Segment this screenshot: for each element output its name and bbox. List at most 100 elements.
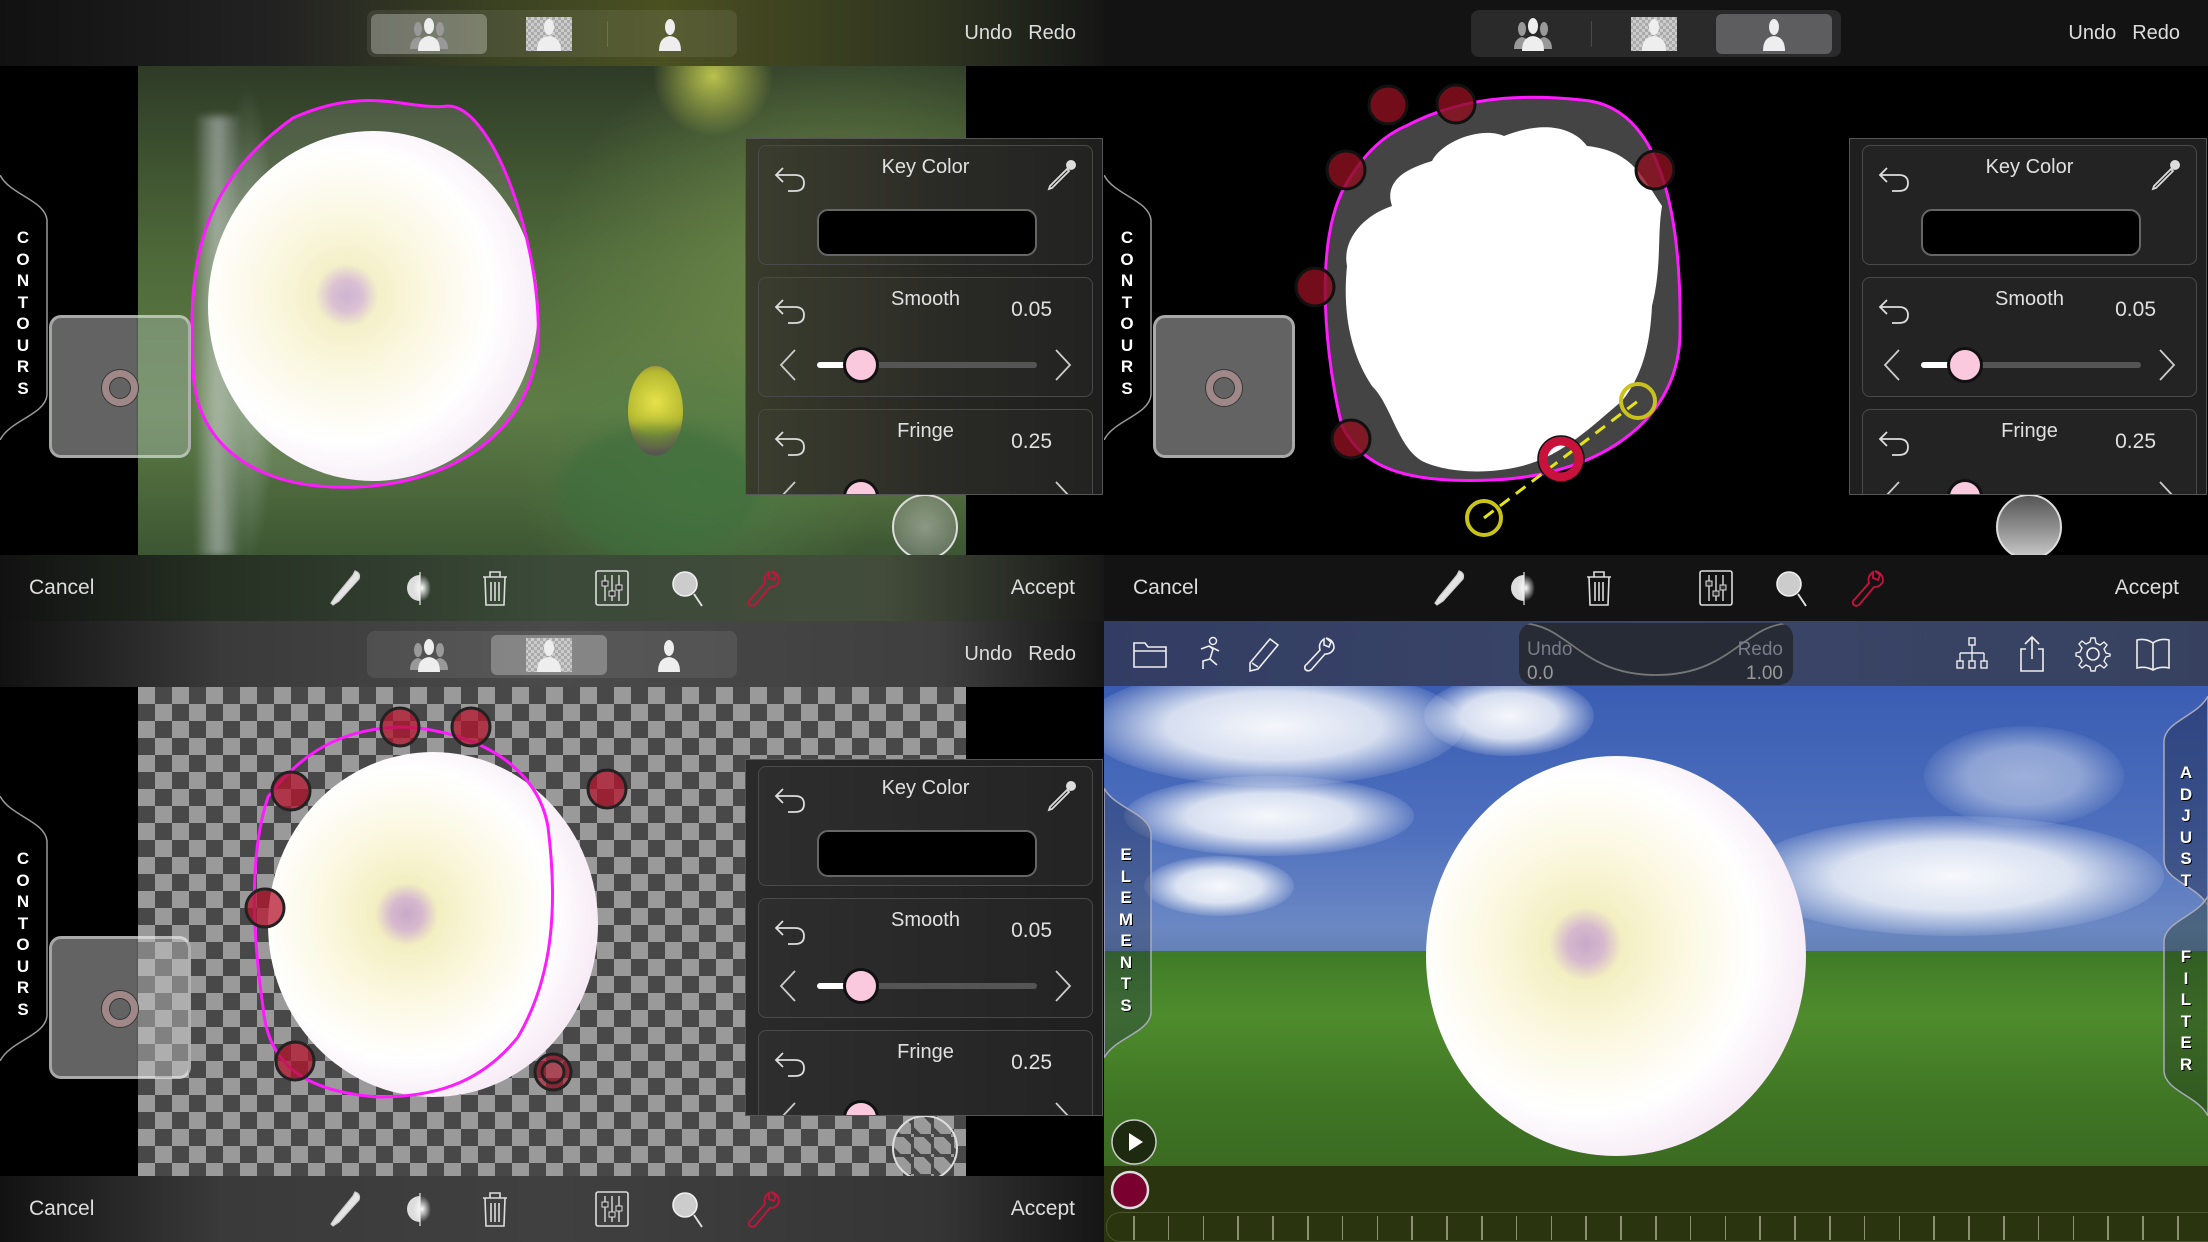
wrench-icon[interactable] [743,1188,783,1230]
decrease-chevron-icon[interactable] [777,969,799,1003]
contours-side-tab[interactable]: CONTOURS [1104,175,1156,440]
magnifier-icon[interactable] [668,1188,708,1230]
decrease-chevron-icon[interactable] [777,1101,799,1116]
smooth-slider-thumb[interactable] [1947,347,1983,383]
smooth-slider-thumb[interactable] [843,968,879,1004]
increase-chevron-icon[interactable] [1052,1101,1074,1116]
view-mode-segmented-control[interactable] [367,10,737,57]
mask-view-button[interactable] [612,14,728,54]
sliders-icon[interactable] [592,1188,632,1230]
sliders-icon[interactable] [1696,567,1736,609]
wrench-icon[interactable] [743,567,783,609]
decrease-chevron-icon[interactable] [1881,480,1903,495]
increase-chevron-icon[interactable] [1052,969,1074,1003]
accept-button[interactable]: Accept [2115,576,2179,600]
timeline[interactable] [1104,1166,2208,1242]
increase-chevron-icon[interactable] [2156,480,2178,495]
trash-icon[interactable] [1579,567,1619,609]
smooth-slider[interactable] [817,347,1037,383]
control-point[interactable] [379,706,421,748]
undo-redo-scrubber[interactable]: Undo Redo 0.0 1.00 [1519,623,1793,685]
control-point[interactable] [586,768,628,810]
gear-icon[interactable] [2074,635,2112,673]
mini-preview[interactable] [49,315,191,458]
eyedropper-icon[interactable] [325,1188,365,1230]
record-button[interactable] [1110,1170,1150,1210]
control-point[interactable] [270,770,312,812]
eyedropper-icon[interactable] [1429,567,1469,609]
decrease-chevron-icon[interactable] [777,348,799,382]
increase-chevron-icon[interactable] [2156,348,2178,382]
loupe-magnifier[interactable] [1996,494,2062,555]
smooth-slider-thumb[interactable] [843,347,879,383]
cancel-button[interactable]: Cancel [1133,576,1198,600]
cutout-view-button[interactable] [1596,14,1712,54]
control-point[interactable] [1325,149,1367,191]
contour-path[interactable] [190,99,540,489]
smooth-slider[interactable] [1921,347,2141,383]
key-color-swatch[interactable] [817,830,1037,877]
control-point[interactable] [450,706,492,748]
composite-view-button[interactable] [1475,14,1591,54]
control-point[interactable] [1294,266,1336,308]
increase-chevron-icon[interactable] [1052,480,1074,495]
eyedropper-icon[interactable] [1044,158,1078,192]
control-point[interactable] [1634,149,1676,191]
contours-side-tab[interactable]: CONTOURS [0,175,52,440]
magnifier-icon[interactable] [1772,567,1812,609]
decrease-chevron-icon[interactable] [777,480,799,495]
decrease-chevron-icon[interactable] [1881,348,1903,382]
increase-chevron-icon[interactable] [1052,348,1074,382]
trash-icon[interactable] [475,1188,515,1230]
undo-button[interactable]: Undo [964,22,1012,45]
redo-button[interactable]: Redo [1028,22,1076,45]
loupe-magnifier[interactable] [892,494,958,555]
fringe-slider-thumb[interactable] [1947,479,1983,494]
control-point[interactable] [1330,418,1372,460]
cutout-view-button[interactable] [491,634,607,675]
elements-side-tab[interactable]: ELEMENTS [1104,788,1156,1058]
key-color-swatch[interactable] [817,209,1037,256]
accept-button[interactable]: Accept [1011,576,1075,600]
contours-side-tab[interactable]: CONTOURS [0,796,52,1061]
composition-canvas[interactable]: ELEMENTS ADJUST FILTER [1104,686,2208,1166]
control-point[interactable] [244,887,286,929]
control-points[interactable] [244,706,628,1082]
redo-button[interactable]: Redo [1028,643,1076,666]
dahlia-flower[interactable] [1426,756,1806,1156]
smooth-slider[interactable] [817,968,1037,1004]
undo-button[interactable]: Undo [2068,22,2116,45]
play-button[interactable] [1110,1118,1158,1166]
selected-control-point[interactable] [533,1052,573,1092]
running-figure-icon[interactable] [1189,635,1227,673]
eyedropper-icon[interactable] [2148,158,2182,192]
pencil-icon[interactable] [1244,635,1282,673]
adjust-side-tab[interactable]: ADJUST [2160,696,2208,906]
eyedropper-icon[interactable] [1044,779,1078,813]
sliders-icon[interactable] [592,567,632,609]
view-mode-segmented-control[interactable] [1471,10,1841,57]
control-point[interactable] [274,1040,316,1082]
trash-icon[interactable] [475,567,515,609]
mask-view-button[interactable] [1716,13,1832,54]
half-circle-contrast-icon[interactable] [400,1188,440,1230]
fringe-slider-thumb[interactable] [843,479,879,494]
control-point[interactable] [1367,84,1409,126]
mini-preview[interactable] [49,936,191,1079]
folder-icon[interactable] [1131,635,1169,673]
redo-button[interactable]: Redo [2132,22,2180,45]
key-color-swatch[interactable] [1921,209,2141,256]
half-circle-contrast-icon[interactable] [400,567,440,609]
hierarchy-icon[interactable] [1953,635,1991,673]
cutout-view-button[interactable] [491,14,607,54]
half-circle-contrast-icon[interactable] [1504,567,1544,609]
view-mode-segmented-control[interactable] [367,631,737,678]
mask-view-button[interactable] [611,635,727,675]
control-point[interactable] [1435,83,1477,125]
accept-button[interactable]: Accept [1011,1197,1075,1221]
cancel-button[interactable]: Cancel [29,576,94,600]
mini-preview[interactable] [1153,315,1295,458]
undo-button[interactable]: Undo [964,643,1012,666]
composite-view-button[interactable] [371,635,487,675]
timeline-ruler[interactable] [1106,1212,2208,1242]
